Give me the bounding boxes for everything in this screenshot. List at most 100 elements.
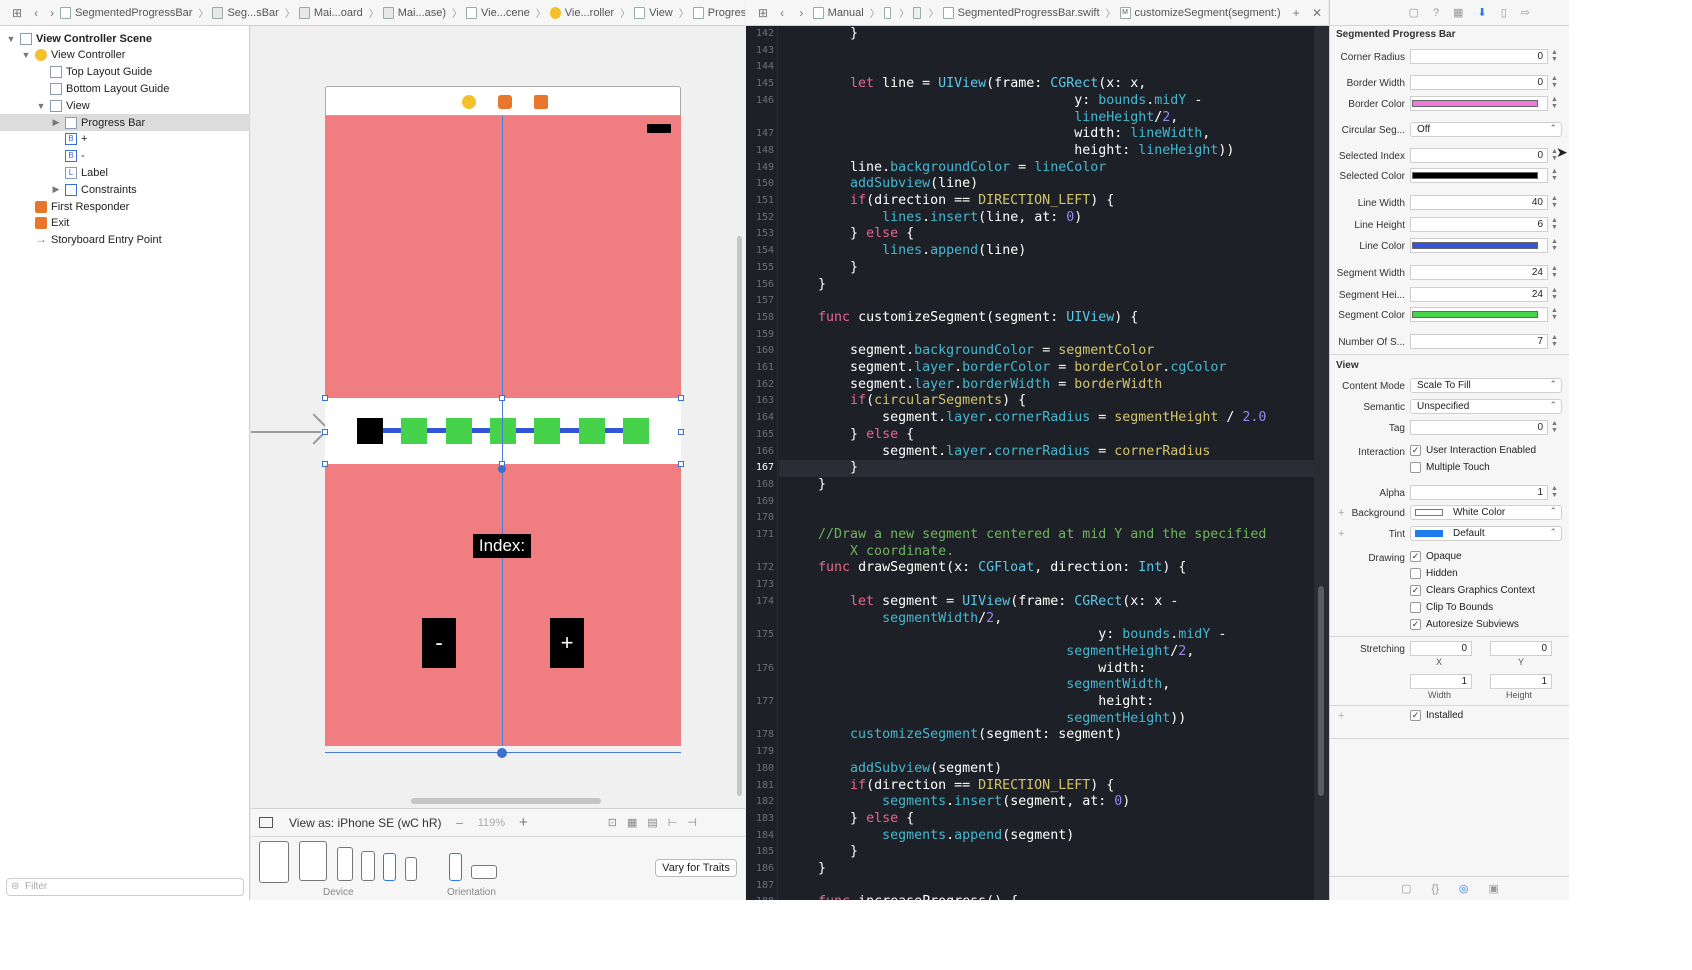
breadcrumb-item[interactable]: Mai...oard — [298, 6, 363, 19]
iphone-4s-icon[interactable] — [405, 857, 417, 881]
back-arrow-icon[interactable]: ‹ — [780, 7, 787, 19]
outline-item[interactable]: ▶ Progress Bar — [0, 114, 250, 131]
file-template-icon[interactable]: ▢ — [1401, 882, 1411, 895]
layout-tools-icons[interactable]: ⊡▦▤⊢⊣ — [608, 816, 707, 829]
number-field[interactable]: 24 — [1410, 265, 1548, 280]
filter-input[interactable]: ⊜ Filter — [6, 878, 244, 896]
view-controller-icon[interactable] — [462, 95, 476, 109]
grid-icon[interactable]: ⊞ — [12, 7, 22, 19]
number-field[interactable]: 0 — [1410, 49, 1548, 64]
color-popup-arrow-icon[interactable]: ▲ ▼ — [1550, 238, 1559, 253]
outline-item[interactable]: Bottom Layout Guide — [0, 80, 250, 97]
iphone-icon[interactable] — [361, 851, 375, 881]
outline-item[interactable]: ▼ View — [0, 97, 250, 114]
connections-inspector-icon[interactable]: ⇨ — [1521, 6, 1530, 19]
forward-arrow-icon[interactable]: › — [799, 7, 806, 19]
autoresize-checkbox[interactable]: ✓ Autoresize Subviews — [1410, 619, 1519, 630]
zoom-in-icon[interactable]: + — [519, 814, 528, 831]
quick-help-icon[interactable]: ? — [1433, 7, 1439, 19]
outline-item[interactable]: B + — [0, 131, 250, 148]
hidden-checkbox[interactable]: Hidden — [1410, 568, 1458, 579]
stretch-y-field[interactable]: 0 — [1490, 641, 1552, 656]
color-popup-arrow-icon[interactable]: ▲ ▼ — [1550, 96, 1559, 111]
number-field[interactable]: 0 — [1410, 148, 1548, 163]
code-editor[interactable]: 142 143 144 145 146 147 148 149 150 151 152 153 154 1… — [746, 26, 1314, 900]
disclosure-triangle-icon[interactable]: ▶ — [51, 117, 61, 128]
identity-inspector-icon[interactable]: ▦ — [1453, 6, 1463, 19]
resize-handle[interactable] — [499, 395, 505, 401]
stepper[interactable]: ▲ ▼ — [1550, 75, 1559, 90]
breadcrumb-item[interactable]: SegmentedProgressBar — [60, 6, 192, 19]
breadcrumb-item[interactable]: Mai...ase) — [382, 6, 446, 19]
stretch-x-field[interactable]: 0 — [1410, 641, 1472, 656]
opaque-checkbox[interactable]: ✓ Opaque — [1410, 551, 1462, 562]
editor-scrollbar[interactable] — [1318, 586, 1324, 796]
background-popup[interactable]: White Color — [1410, 505, 1562, 520]
number-field[interactable]: 7 — [1410, 334, 1548, 349]
plus-icon[interactable]: + — [1338, 710, 1344, 722]
tint-popup[interactable]: Default — [1410, 526, 1562, 541]
stepper[interactable]: ▲ ▼ — [1550, 217, 1559, 232]
resize-handle[interactable] — [678, 461, 684, 467]
index-label[interactable]: Index: — [473, 534, 531, 558]
portrait-icon[interactable] — [449, 853, 462, 881]
plus-button[interactable]: + — [550, 618, 584, 668]
user-interaction-checkbox[interactable]: ✓ User Interaction Enabled — [1410, 445, 1536, 456]
disclosure-triangle-icon[interactable]: ▼ — [21, 50, 31, 60]
alpha-stepper[interactable]: ▲ ▼ — [1550, 485, 1559, 500]
clip-bounds-checkbox[interactable]: Clip To Bounds — [1410, 602, 1493, 613]
disclosure-triangle-icon[interactable]: ▼ — [6, 34, 16, 44]
resize-handle[interactable] — [678, 429, 684, 435]
vary-for-traits-button[interactable]: Vary for Traits — [655, 859, 737, 877]
close-icon[interactable]: ✕ — [1312, 7, 1322, 19]
breadcrumb-item[interactable]: Seg...sBar — [212, 6, 279, 19]
editor-crumb-method[interactable]: McustomizeSegment(segment:) — [1119, 6, 1281, 19]
editor-crumb-file[interactable]: SegmentedProgressBar.swift — [942, 6, 1100, 19]
disclosure-triangle-icon[interactable]: ▶ — [51, 184, 61, 195]
outline-item[interactable]: Top Layout Guide — [0, 64, 250, 81]
outline-item[interactable]: First Responder — [0, 198, 250, 215]
semantic-popup[interactable]: Unspecified — [1410, 399, 1562, 414]
exit-icon[interactable] — [534, 95, 548, 109]
resize-handle[interactable] — [322, 395, 328, 401]
stepper[interactable]: ▲ ▼ — [1550, 195, 1559, 210]
stepper[interactable]: ▲ ▼ — [1550, 49, 1559, 64]
clears-context-checkbox[interactable]: ✓ Clears Graphics Context — [1410, 585, 1535, 596]
code-snippet-icon[interactable]: {} — [1432, 883, 1439, 895]
outline-item[interactable]: B- — [0, 148, 250, 165]
number-field[interactable]: 6 — [1410, 217, 1548, 232]
installed-checkbox[interactable]: ✓ Installed — [1410, 710, 1463, 721]
file-icon[interactable] — [883, 6, 892, 19]
size-inspector-icon[interactable]: ▯ — [1501, 6, 1507, 19]
resize-handle[interactable] — [322, 461, 328, 467]
alpha-field[interactable]: 1 — [1410, 485, 1548, 500]
breadcrumb-item[interactable]: Vie...roller — [549, 6, 614, 19]
vertical-scrollbar[interactable] — [737, 236, 742, 796]
tag-stepper[interactable]: ▲ ▼ — [1550, 420, 1559, 435]
back-arrow-icon[interactable]: ‹ — [34, 7, 38, 19]
iphone-se-icon[interactable] — [383, 853, 396, 881]
object-library-icon[interactable]: ◎ — [1459, 882, 1469, 895]
storyboard-canvas[interactable]: Index: - + View as: iPhone SE (wC hR) − … — [251, 26, 745, 900]
breadcrumb-item[interactable]: View — [634, 6, 673, 19]
number-field[interactable]: 40 — [1410, 195, 1548, 210]
iphone-plus-icon[interactable] — [337, 847, 353, 881]
color-popup-arrow-icon[interactable]: ▲ ▼ — [1550, 307, 1559, 322]
outline-item[interactable]: L Label — [0, 164, 250, 181]
first-responder-icon[interactable] — [498, 95, 512, 109]
stretch-width-field[interactable]: 1 — [1410, 674, 1472, 689]
number-field[interactable]: 24 — [1410, 287, 1548, 302]
minus-button[interactable]: - — [422, 618, 456, 668]
folder-icon[interactable] — [913, 6, 921, 19]
stretch-height-field[interactable]: 1 — [1490, 674, 1552, 689]
forward-arrow-icon[interactable]: › — [50, 7, 54, 19]
breadcrumb-item[interactable]: Progress Bar — [692, 6, 745, 19]
view-as-label[interactable]: View as: iPhone SE (wC hR) — [289, 816, 442, 830]
sidebar-toggle-icon[interactable] — [259, 817, 273, 828]
view-controller-frame[interactable]: Index: - + — [322, 86, 684, 758]
number-field[interactable]: 0 — [1410, 75, 1548, 90]
zoom-out-icon[interactable]: − — [456, 815, 464, 831]
add-icon[interactable]: + — [1293, 7, 1300, 19]
file-inspector-icon[interactable]: ▢ — [1409, 6, 1419, 19]
ipad-icon[interactable] — [299, 841, 327, 881]
